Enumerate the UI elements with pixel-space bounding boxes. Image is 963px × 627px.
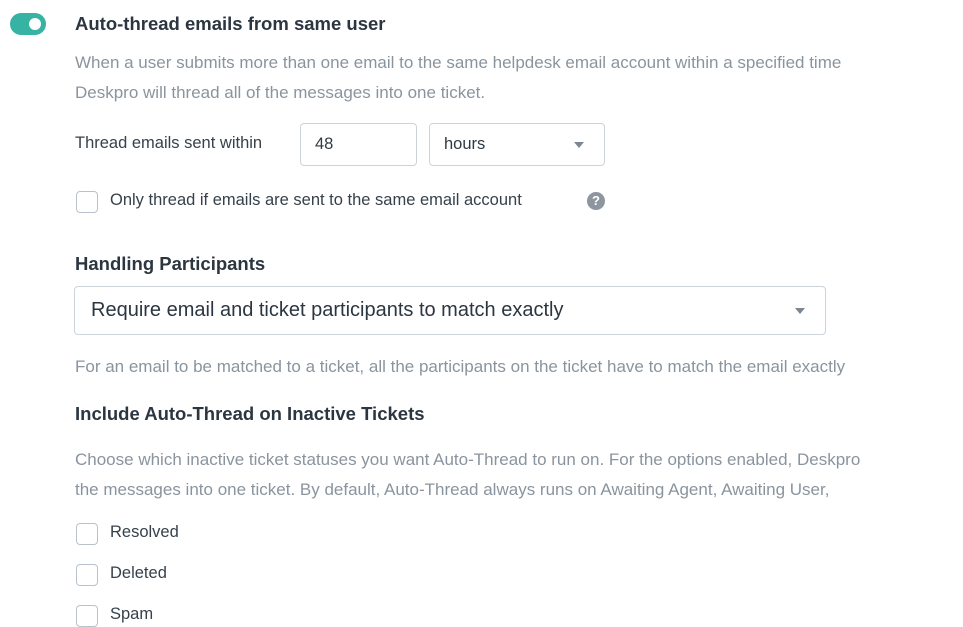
- question-circle-icon[interactable]: ?: [587, 192, 605, 210]
- auto-thread-description-line1: When a user submits more than one email …: [75, 53, 842, 72]
- auto-thread-title: Auto-thread emails from same user: [75, 13, 386, 34]
- time-unit-select[interactable]: hours: [429, 123, 605, 166]
- resolved-checkbox[interactable]: [76, 523, 98, 545]
- deleted-label: Deleted: [110, 564, 167, 582]
- participants-description: For an email to be matched to a ticket, …: [75, 357, 846, 376]
- chevron-down-icon: [574, 142, 584, 148]
- inactive-tickets-description-line2: the messages into one ticket. By default…: [75, 480, 830, 499]
- resolved-label: Resolved: [110, 523, 179, 541]
- toggle-knob: [29, 18, 41, 30]
- thread-within-value: 48: [315, 135, 334, 153]
- thread-within-input[interactable]: 48: [300, 123, 417, 166]
- auto-thread-toggle[interactable]: [10, 13, 46, 35]
- deleted-checkbox[interactable]: [76, 564, 98, 586]
- time-unit-value: hours: [444, 135, 486, 153]
- handling-participants-title: Handling Participants: [75, 253, 266, 274]
- spam-checkbox[interactable]: [76, 605, 98, 627]
- thread-within-label: Thread emails sent within: [75, 134, 263, 152]
- chevron-down-icon: [795, 308, 805, 314]
- spam-label: Spam: [110, 605, 154, 623]
- same-account-label: Only thread if emails are sent to the sa…: [110, 191, 522, 209]
- participants-match-select[interactable]: Require email and ticket participants to…: [74, 286, 826, 335]
- auto-thread-description-line2: Deskpro will thread all of the messages …: [75, 83, 486, 102]
- inactive-tickets-title: Include Auto-Thread on Inactive Tickets: [75, 403, 425, 424]
- same-account-checkbox[interactable]: [76, 191, 98, 213]
- participants-match-value: Require email and ticket participants to…: [91, 299, 564, 321]
- inactive-tickets-description-line1: Choose which inactive ticket statuses yo…: [75, 450, 861, 469]
